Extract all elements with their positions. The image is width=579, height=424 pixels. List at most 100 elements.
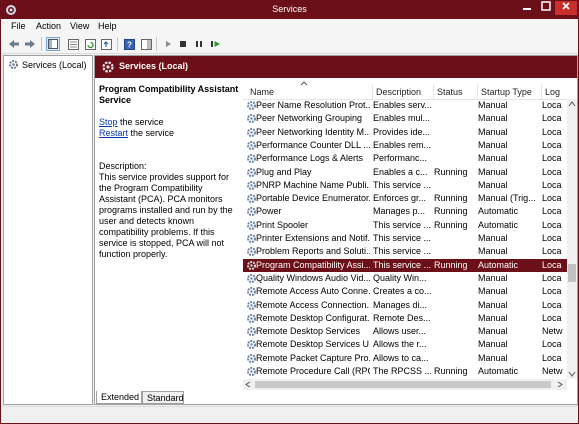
table-row[interactable]: Print Spooler This service ... Running Auto… bbox=[243, 219, 567, 232]
column-header-name[interactable]: Name bbox=[250, 87, 274, 97]
title-bar[interactable]: Services bbox=[1, 1, 578, 19]
close-button[interactable] bbox=[555, 1, 577, 15]
table-row[interactable]: Remote Access Auto Conne... Creates a co.… bbox=[243, 285, 567, 298]
tab-standard[interactable]: Standard bbox=[142, 391, 184, 404]
cell-description: Creates a co... bbox=[373, 286, 431, 297]
cell-name: Remote Desktop Services U... bbox=[256, 339, 370, 350]
cell-name: Remote Access Connection... bbox=[256, 299, 370, 310]
pause-service-button[interactable] bbox=[192, 37, 206, 51]
horizontal-scrollbar[interactable] bbox=[243, 379, 567, 390]
maximize-button[interactable] bbox=[536, 1, 555, 15]
cell-log-on-as: Netw bbox=[542, 326, 563, 337]
column-divider[interactable] bbox=[541, 84, 542, 100]
cell-name: Portable Device Enumerator... bbox=[256, 193, 370, 204]
show-hide-console-tree-button[interactable] bbox=[46, 37, 60, 51]
column-divider[interactable] bbox=[372, 84, 373, 100]
table-row[interactable]: PNRP Machine Name Publi... This service .… bbox=[243, 179, 567, 192]
table-row[interactable]: Quality Windows Audio Vid... Quality Win.… bbox=[243, 272, 567, 285]
cell-name: Peer Networking Identity M... bbox=[256, 126, 370, 137]
column-header-log-on-as[interactable]: Log bbox=[545, 87, 560, 97]
cell-log-on-as: Loca bbox=[542, 126, 562, 137]
table-row[interactable]: Remote Packet Capture Pro... Allows to ca… bbox=[243, 352, 567, 365]
cell-status: Running bbox=[434, 259, 468, 270]
cell-name: Remote Desktop Configurat... bbox=[256, 312, 370, 323]
cell-description: Enables serv... bbox=[373, 100, 431, 110]
vertical-scrollbar[interactable] bbox=[567, 99, 577, 379]
table-row[interactable]: Remote Desktop Configurat... Remote Des..… bbox=[243, 312, 567, 325]
svg-text:?: ? bbox=[127, 40, 132, 49]
column-header-description[interactable]: Description bbox=[376, 87, 421, 97]
export-icon bbox=[100, 38, 112, 50]
help-button[interactable]: ? bbox=[122, 37, 136, 51]
cell-log-on-as: Loca bbox=[542, 179, 562, 190]
back-button[interactable] bbox=[7, 37, 21, 51]
table-row[interactable]: Power Manages p... Running Automatic Loca bbox=[243, 205, 567, 218]
restart-icon bbox=[210, 41, 220, 47]
services-gear-icon bbox=[9, 60, 18, 69]
start-service-button[interactable] bbox=[161, 37, 175, 51]
cell-startup-type: Manual bbox=[478, 233, 508, 243]
cell-log-on-as: Loca bbox=[542, 286, 562, 297]
minimize-button[interactable] bbox=[517, 1, 536, 15]
scroll-right-icon bbox=[557, 381, 563, 388]
horizontal-scroll-thumb[interactable] bbox=[255, 381, 551, 388]
cell-name: Peer Name Resolution Prot... bbox=[256, 100, 370, 110]
cell-name: Remote Desktop Services bbox=[256, 326, 361, 337]
cell-startup-type: Manual bbox=[478, 326, 508, 337]
vertical-scroll-thumb[interactable] bbox=[568, 264, 576, 282]
back-arrow-icon bbox=[9, 40, 19, 48]
column-header-status[interactable]: Status bbox=[437, 87, 463, 97]
refresh-button[interactable] bbox=[83, 37, 97, 51]
table-row[interactable]: Peer Name Resolution Prot... Enables serv… bbox=[243, 99, 567, 112]
table-row[interactable]: Remote Desktop Services Allows user... Man… bbox=[243, 325, 567, 338]
cell-name: Power bbox=[256, 206, 282, 217]
cell-description: Performanc... bbox=[373, 153, 428, 164]
export-list-button[interactable] bbox=[99, 37, 113, 51]
table-row[interactable]: Remote Access Connection... Manages di...… bbox=[243, 299, 567, 312]
cell-description: The RPCSS ... bbox=[373, 366, 431, 376]
table-row-selected[interactable]: Program Compatibility Assi... This servic… bbox=[243, 258, 567, 272]
table-row[interactable]: Portable Device Enumerator... Enforces gr… bbox=[243, 192, 567, 205]
restart-service-button[interactable] bbox=[208, 37, 222, 51]
cell-description: Enables a c... bbox=[373, 166, 428, 177]
stop-service-link[interactable]: Stop bbox=[99, 117, 118, 127]
table-row[interactable]: Printer Extensions and Notif... This serv… bbox=[243, 232, 567, 245]
cell-startup-type: Manual bbox=[478, 126, 508, 137]
stop-service-button[interactable] bbox=[176, 37, 190, 51]
stop-link-suffix: the service bbox=[117, 117, 164, 127]
column-divider[interactable] bbox=[433, 84, 434, 100]
column-header-startup-type[interactable]: Startup Type bbox=[481, 87, 532, 97]
menu-help[interactable]: Help bbox=[98, 21, 117, 31]
tab-extended[interactable]: Extended bbox=[96, 391, 142, 404]
cell-startup-type: Manual bbox=[478, 179, 508, 190]
pane-title: Services (Local) bbox=[119, 61, 189, 71]
cell-description: Quality Win... bbox=[373, 272, 427, 283]
cell-startup-type: Manual bbox=[478, 166, 508, 177]
forward-button[interactable] bbox=[23, 37, 37, 51]
menu-action[interactable]: Action bbox=[36, 21, 61, 31]
services-window: Services File Action View Help ? Service… bbox=[0, 0, 579, 424]
table-row[interactable]: Peer Networking Grouping Enables mul... Ma… bbox=[243, 112, 567, 125]
cell-name: Printer Extensions and Notif... bbox=[256, 233, 370, 243]
cell-startup-type: Automatic bbox=[478, 206, 519, 217]
cell-log-on-as: Loca bbox=[542, 339, 562, 350]
cell-startup-type: Manual bbox=[478, 139, 508, 150]
tree-item-services-local[interactable]: Services (Local) bbox=[8, 59, 87, 70]
table-row[interactable]: Remote Procedure Call (RPC) The RPCSS ...… bbox=[243, 365, 567, 378]
table-row[interactable]: Performance Logs & Alerts Performanc... Ma… bbox=[243, 152, 567, 165]
table-row[interactable]: Performance Counter DLL ... Enables rem..… bbox=[243, 139, 567, 152]
table-row[interactable]: Peer Networking Identity M... Provides id… bbox=[243, 126, 567, 139]
properties-view-button[interactable] bbox=[66, 37, 80, 51]
table-row[interactable]: Plug and Play Enables a c... Running Manual… bbox=[243, 166, 567, 179]
tree-item-label: Services (Local) bbox=[22, 59, 87, 70]
cell-startup-type: Automatic bbox=[478, 219, 519, 230]
cell-startup-type: Manual bbox=[478, 339, 508, 350]
action-pane-button[interactable] bbox=[139, 37, 153, 51]
table-row[interactable]: Remote Desktop Services U... Allows the r… bbox=[243, 338, 567, 351]
cell-startup-type: Automatic bbox=[478, 366, 519, 376]
menu-file[interactable]: File bbox=[11, 21, 26, 31]
table-row[interactable]: Problem Reports and Soluti... This servic… bbox=[243, 245, 567, 258]
restart-service-link[interactable]: Restart bbox=[99, 128, 128, 138]
column-divider[interactable] bbox=[477, 84, 478, 100]
menu-view[interactable]: View bbox=[70, 21, 89, 31]
